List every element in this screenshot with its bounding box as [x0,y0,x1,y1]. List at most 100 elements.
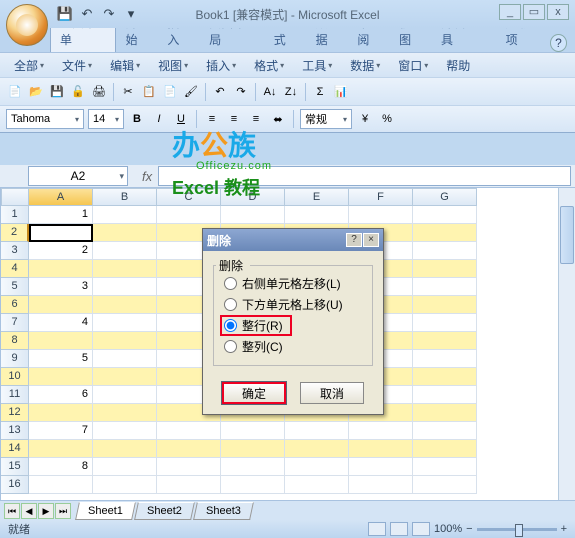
sheet-tab-1[interactable]: Sheet1 [75,502,136,520]
cut-icon[interactable]: ✂ [119,83,137,101]
redo-icon[interactable]: ↷ [99,4,119,24]
paste-icon[interactable]: 📄 [161,83,179,101]
cell[interactable] [93,350,157,368]
view-break-icon[interactable] [412,522,430,536]
row-header[interactable]: 5 [1,278,29,296]
radio-shift-left[interactable]: 右侧单元格左移(L) [220,273,366,294]
cell[interactable] [157,206,221,224]
cell[interactable]: 4 [29,314,93,332]
cell[interactable] [93,404,157,422]
row-header[interactable]: 12 [1,404,29,422]
cell[interactable] [221,440,285,458]
zoom-level[interactable]: 100% [434,523,462,535]
sheet-next-icon[interactable]: ▶ [38,503,54,519]
cell[interactable]: 7 [29,422,93,440]
row-header[interactable]: 8 [1,332,29,350]
col-header-d[interactable]: D [221,188,285,206]
cell[interactable]: 3 [29,278,93,296]
sheet-first-icon[interactable]: ⏮ [4,503,20,519]
cell[interactable] [157,458,221,476]
cell[interactable]: 6 [29,386,93,404]
sheet-tab-2[interactable]: Sheet2 [134,502,195,520]
number-format-selector[interactable]: 常规▾ [300,109,352,129]
row-header[interactable]: 7 [1,314,29,332]
cell[interactable] [29,476,93,494]
col-header-c[interactable]: C [157,188,221,206]
radio-entire-col[interactable]: 整列(C) [220,336,366,357]
cell[interactable] [413,260,477,278]
currency-icon[interactable]: ¥ [356,110,374,128]
maximize-button[interactable]: ▭ [523,4,545,20]
cell[interactable] [285,422,349,440]
cell[interactable] [221,422,285,440]
cell[interactable] [29,368,93,386]
cancel-button[interactable]: 取消 [300,382,364,404]
cell[interactable] [29,260,93,278]
menu-view[interactable]: 视图▾ [150,54,196,77]
cell[interactable] [93,224,157,242]
font-name-selector[interactable]: Tahoma▾ [6,109,84,129]
row-header[interactable]: 14 [1,440,29,458]
new-icon[interactable]: 📄 [6,83,24,101]
row-header[interactable]: 6 [1,296,29,314]
cell[interactable] [93,260,157,278]
sheet-last-icon[interactable]: ⏭ [55,503,71,519]
cell[interactable] [93,476,157,494]
sort-asc-icon[interactable]: A↓ [261,83,279,101]
row-header[interactable]: 11 [1,386,29,404]
undo-icon[interactable]: ↶ [77,4,97,24]
ok-button[interactable]: 确定 [222,382,286,404]
view-normal-icon[interactable] [368,522,386,536]
menu-all[interactable]: 全部▾ [6,54,52,77]
cell[interactable] [93,386,157,404]
cell[interactable] [349,476,413,494]
cell[interactable]: 5 [29,350,93,368]
cell[interactable] [413,368,477,386]
copy-icon[interactable]: 📋 [140,83,158,101]
cell[interactable] [93,422,157,440]
cell[interactable] [93,368,157,386]
menu-edit[interactable]: 编辑▾ [102,54,148,77]
minimize-button[interactable]: _ [499,4,521,20]
sheet-tab-3[interactable]: Sheet3 [193,502,254,520]
radio-shift-up[interactable]: 下方单元格上移(U) [220,294,366,315]
bold-icon[interactable]: B [128,110,146,128]
col-header-a[interactable]: A [29,188,93,206]
cell[interactable] [413,224,477,242]
open-icon[interactable]: 📂 [27,83,45,101]
cell[interactable] [93,242,157,260]
name-box[interactable]: A2 [28,166,128,186]
cell[interactable] [29,224,93,242]
help-icon[interactable]: ? [550,34,567,52]
cell[interactable] [157,476,221,494]
dialog-close-icon[interactable]: × [363,233,379,247]
sort-desc-icon[interactable]: Z↓ [282,83,300,101]
cell[interactable] [221,206,285,224]
cell[interactable] [157,422,221,440]
row-header[interactable]: 3 [1,242,29,260]
col-header-g[interactable]: G [413,188,477,206]
cell[interactable] [285,440,349,458]
undo-icon[interactable]: ↶ [211,83,229,101]
row-header[interactable]: 4 [1,260,29,278]
select-all-corner[interactable] [1,188,29,206]
cell[interactable] [93,278,157,296]
cell[interactable] [413,332,477,350]
row-header[interactable]: 1 [1,206,29,224]
cell[interactable] [157,440,221,458]
fx-icon[interactable]: fx [142,169,152,184]
cell[interactable] [413,242,477,260]
cell[interactable] [29,404,93,422]
save-icon[interactable]: 💾 [48,83,66,101]
row-header[interactable]: 2 [1,224,29,242]
qat-more-icon[interactable]: ▾ [121,4,141,24]
cell[interactable]: 8 [29,458,93,476]
save-icon[interactable]: 💾 [55,4,75,24]
row-header[interactable]: 10 [1,368,29,386]
vertical-scrollbar[interactable] [558,188,575,508]
cell[interactable] [93,440,157,458]
cell[interactable] [413,314,477,332]
cell[interactable] [349,458,413,476]
print-icon[interactable]: 🖨 [90,83,108,101]
redo-icon[interactable]: ↷ [232,83,250,101]
